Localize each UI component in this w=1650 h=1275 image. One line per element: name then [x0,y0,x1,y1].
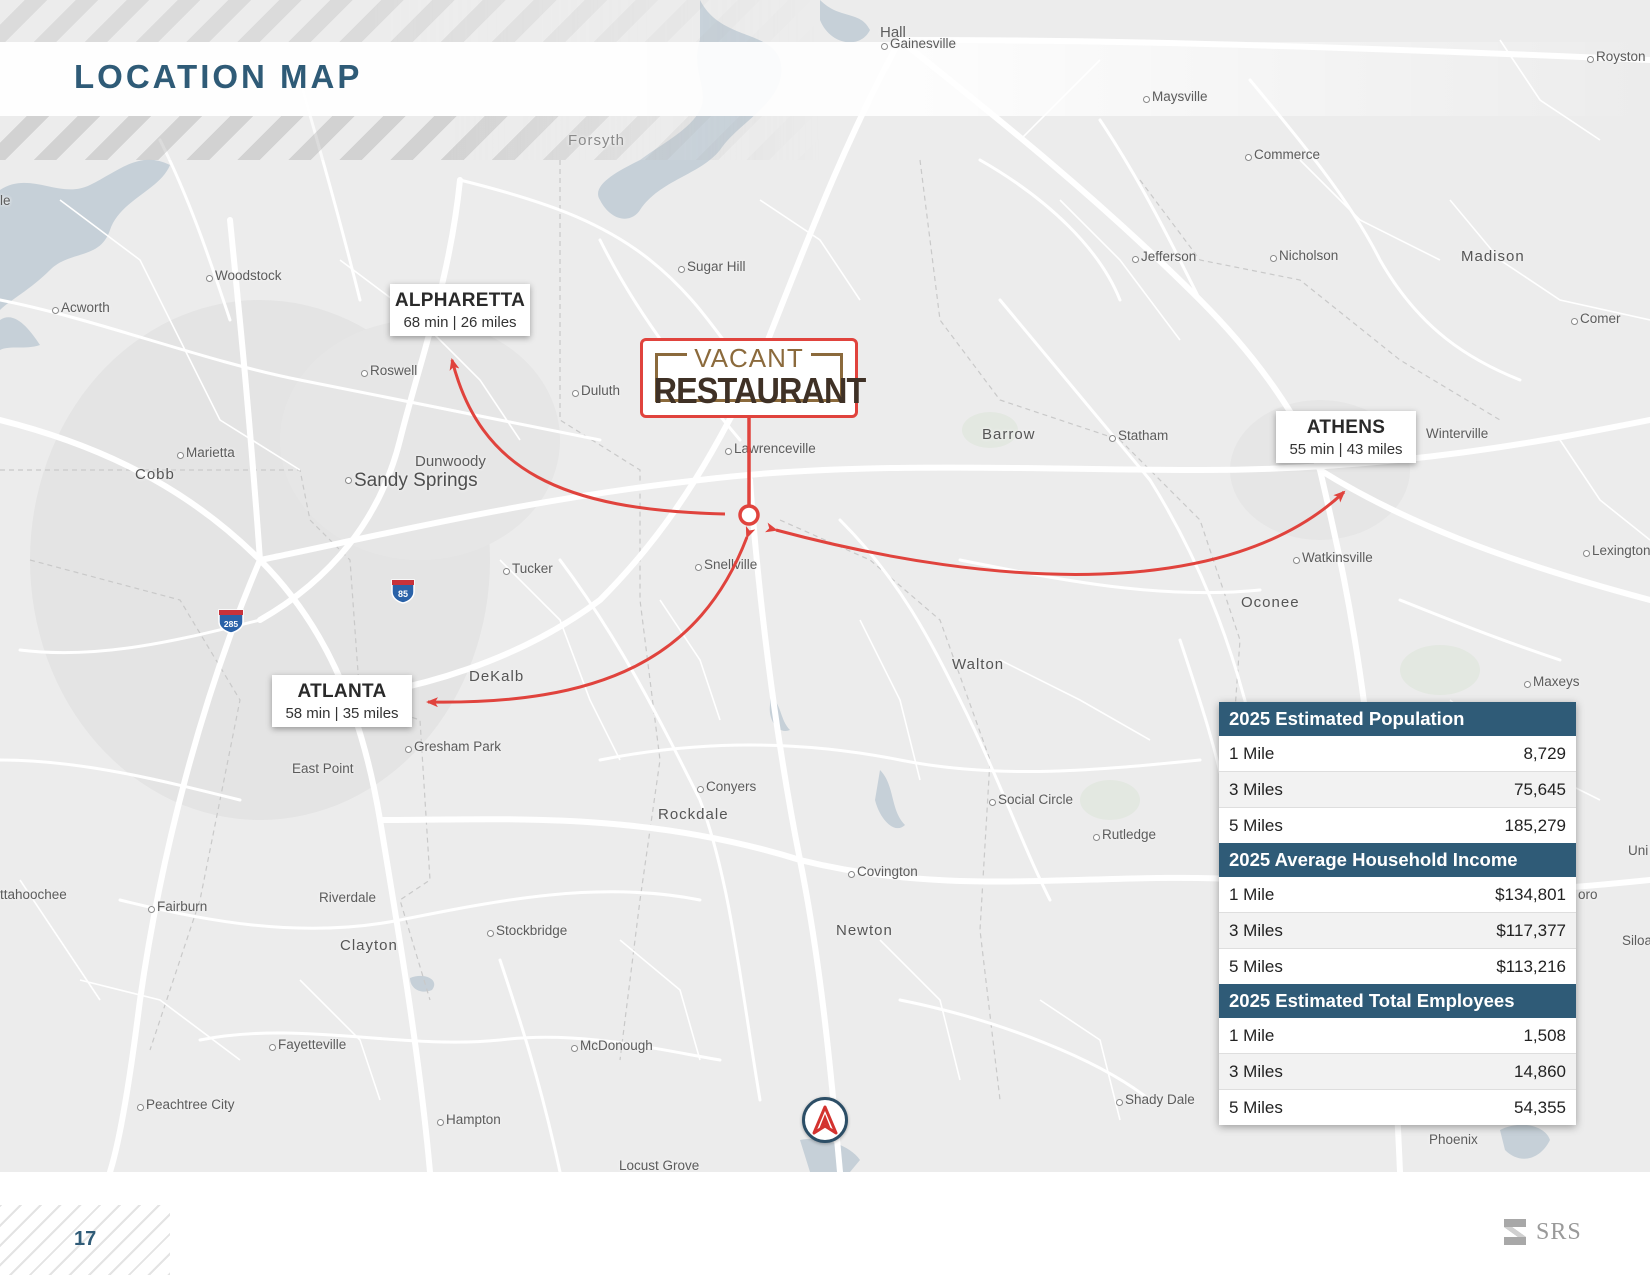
table-row: 3 Miles 75,645 [1219,771,1576,807]
callout-alpharetta[interactable]: ALPHARETTA 68 min | 26 miles [390,284,530,336]
demographics-heading-population: 2025 Estimated Population [1219,702,1576,736]
row-radius: 1 Mile [1229,1026,1275,1045]
row-value: 8,729 [1523,744,1566,763]
demographics-table: 2025 Estimated Population 1 Mile 8,729 3 … [1219,702,1576,1125]
row-value: 185,279 [1504,816,1566,835]
site-pin [738,504,760,526]
row-radius: 5 Miles [1229,816,1283,835]
table-row: 3 Miles $117,377 [1219,912,1576,948]
demographics-heading-employees: 2025 Estimated Total Employees [1219,984,1576,1018]
table-row: 5 Miles $113,216 [1219,948,1576,984]
north-arrow-icon [802,1097,848,1143]
table-row: 5 Miles 54,355 [1219,1089,1576,1125]
callout-alpharetta-name: ALPHARETTA [394,290,526,311]
callout-alpharetta-distance: 68 min | 26 miles [403,314,517,331]
srs-logo: SRS [1500,1216,1582,1248]
row-value: $117,377 [1496,921,1566,940]
callout-athens[interactable]: ATHENS 55 min | 43 miles [1276,411,1416,463]
site-marker-main-label: RESTAURANT [653,370,867,411]
table-row: 5 Miles 185,279 [1219,807,1576,843]
page-number: 17 [74,1228,97,1250]
route-arrow-athens [765,490,1346,576]
callout-atlanta-name: ATLANTA [297,681,387,702]
row-radius: 3 Miles [1229,780,1283,799]
row-value: 14,860 [1514,1062,1566,1081]
srs-logo-text: SRS [1536,1218,1582,1245]
callout-atlanta[interactable]: ATLANTA 58 min | 35 miles [272,675,412,727]
srs-logo-icon [1504,1219,1526,1245]
table-row: 1 Mile 8,729 [1219,736,1576,771]
site-marker[interactable]: VACANT RESTAURANT [640,338,867,418]
row-radius: 1 Mile [1229,885,1275,904]
row-value: 75,645 [1514,780,1566,799]
row-value: $113,216 [1496,957,1566,976]
callout-atlanta-distance: 58 min | 35 miles [285,705,399,722]
table-row: 1 Mile 1,508 [1219,1018,1576,1053]
map[interactable]: LOCATION MAP Hall Gainesville Royston Ma… [0,0,1650,1172]
table-row: 1 Mile $134,801 [1219,877,1576,912]
row-radius: 5 Miles [1229,957,1283,976]
row-radius: 3 Miles [1229,1062,1283,1081]
row-value: 1,508 [1523,1026,1566,1045]
demographics-heading-income: 2025 Average Household Income [1219,843,1576,877]
row-radius: 3 Miles [1229,921,1283,940]
row-radius: 5 Miles [1229,1098,1283,1117]
row-radius: 1 Mile [1229,744,1275,763]
row-value: $134,801 [1495,885,1566,904]
row-value: 54,355 [1514,1098,1566,1117]
table-row: 3 Miles 14,860 [1219,1053,1576,1089]
callout-athens-distance: 55 min | 43 miles [1289,441,1403,458]
north-arrow-glyph [812,1105,838,1135]
route-arrow-atlanta [426,525,756,708]
callout-athens-name: ATHENS [1306,417,1386,438]
